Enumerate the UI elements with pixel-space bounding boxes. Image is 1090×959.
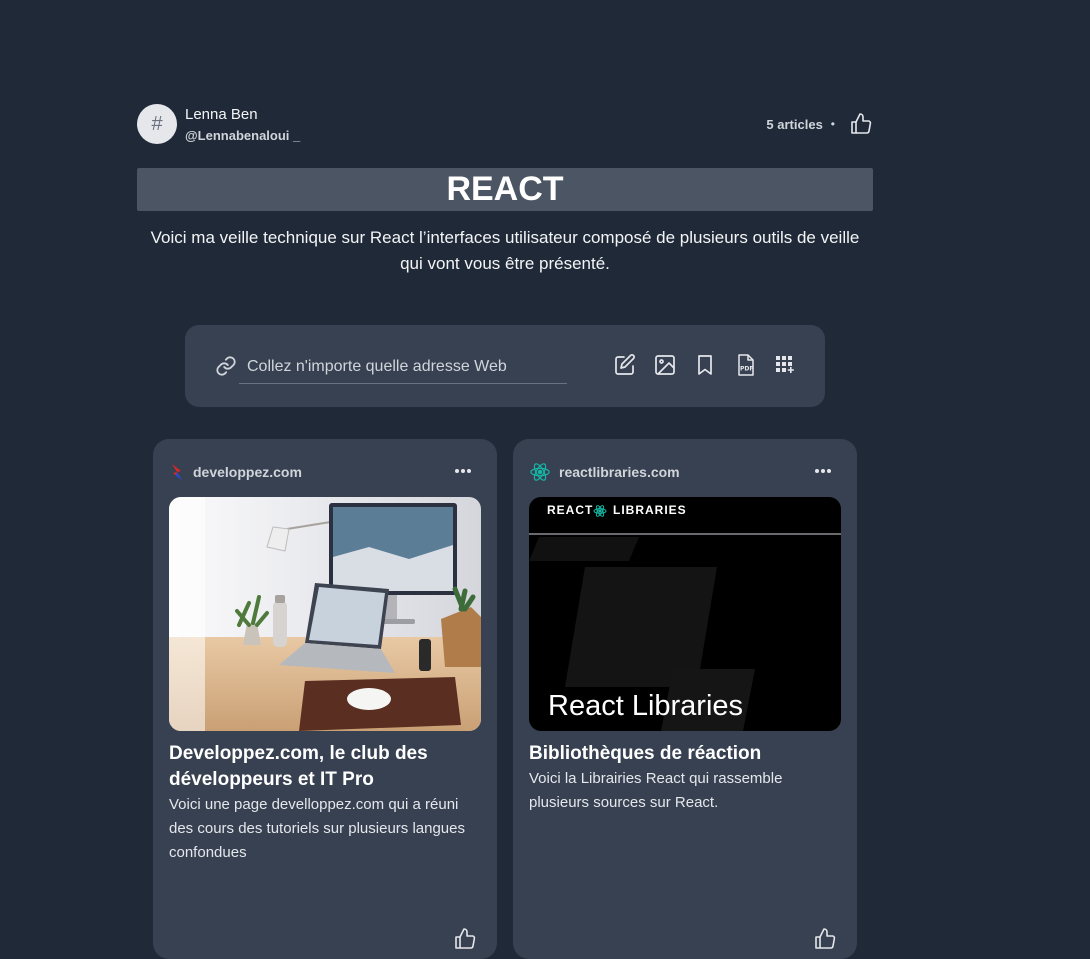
stats-separator: •	[830, 117, 835, 131]
edit-icon[interactable]	[613, 353, 637, 377]
article-card[interactable]: reactlibraries.com REACT LIBRARIES React…	[513, 439, 857, 959]
card-title[interactable]: Bibliothèques de réaction	[529, 741, 841, 767]
thumbs-up-icon[interactable]	[813, 927, 837, 951]
thumbs-up-icon[interactable]	[849, 112, 873, 136]
url-input[interactable]	[239, 351, 567, 384]
react-libraries-banner[interactable]: REACT LIBRARIES React Libraries	[529, 497, 841, 731]
more-options-icon[interactable]	[453, 463, 473, 479]
topic-title: REACT	[137, 168, 873, 211]
svg-text:PDF: PDF	[740, 366, 753, 373]
banner-react-text: REACT	[547, 503, 594, 517]
card-description: Voici une page develloppez.com qui a réu…	[169, 796, 465, 861]
article-count: 5 articles	[766, 116, 823, 132]
react-atom-icon	[530, 463, 550, 481]
topic-stats: 5 articles •	[766, 112, 873, 136]
thumbs-up-icon[interactable]	[453, 927, 477, 951]
more-options-icon[interactable]	[813, 463, 833, 479]
author-name[interactable]: Lenna Ben	[185, 106, 258, 123]
card-description: Voici la Librairies React qui rassemble …	[529, 770, 783, 811]
author-handle[interactable]: @Lennabenaloui _	[185, 128, 300, 143]
desk-workspace-photo[interactable]	[169, 497, 481, 731]
pdf-icon[interactable]: PDF	[733, 353, 757, 377]
developpez-logo-icon	[172, 464, 182, 480]
card-title[interactable]: Developpez.com, le club des développeurs…	[169, 741, 481, 793]
banner-caption: React Libraries	[548, 690, 744, 722]
article-card[interactable]: developpez.com Developpez.com, le club d…	[153, 439, 497, 959]
source-name[interactable]: reactlibraries.com	[559, 464, 680, 480]
author-header: # Lenna Ben @Lennabenaloui _ 5 articles …	[137, 104, 873, 144]
topic-description: Voici ma veille technique sur React l’in…	[150, 228, 860, 273]
source-name[interactable]: developpez.com	[193, 464, 302, 480]
image-icon[interactable]	[653, 353, 677, 377]
card-source: reactlibraries.com	[529, 461, 680, 483]
bookmark-icon[interactable]	[693, 353, 717, 377]
card-source: developpez.com	[169, 461, 302, 483]
url-input-bar: PDF	[185, 325, 825, 407]
banner-libraries-text: LIBRARIES	[613, 503, 687, 517]
author-avatar[interactable]: #	[137, 104, 177, 144]
grid-add-icon[interactable]	[773, 353, 797, 377]
link-icon	[216, 356, 236, 376]
